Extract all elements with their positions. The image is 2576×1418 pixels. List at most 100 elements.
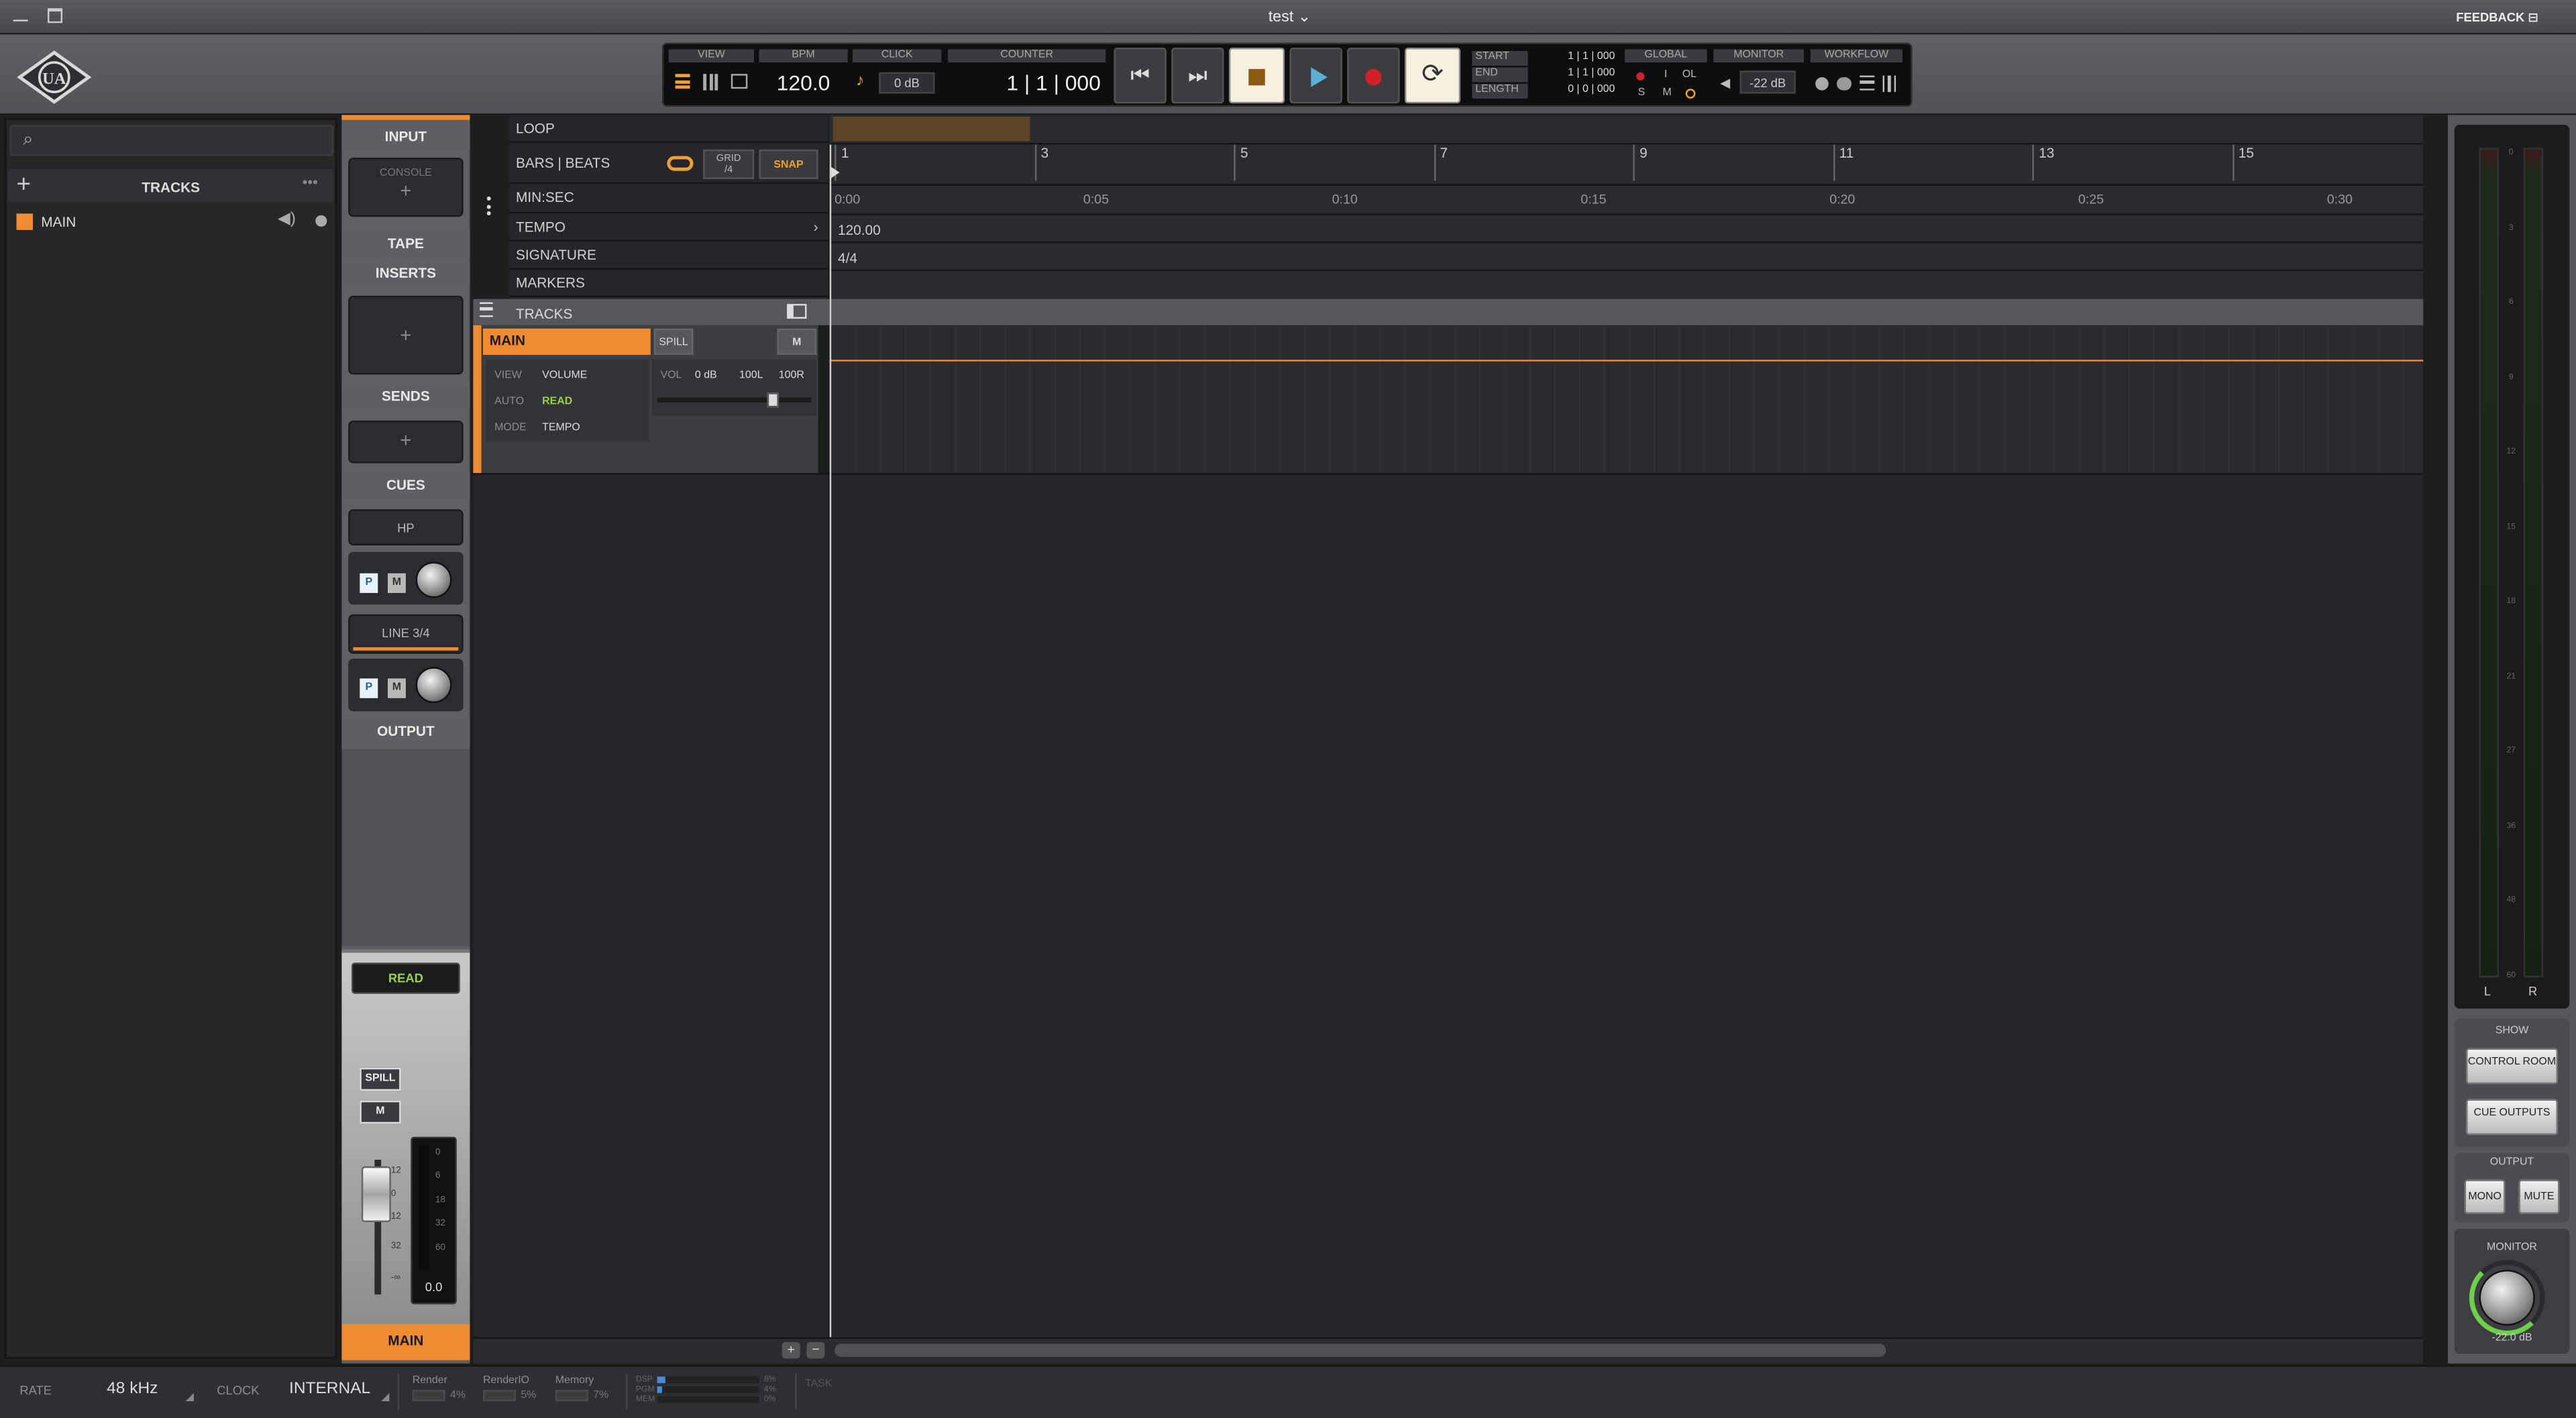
time-ruler[interactable]: 0:00 0:05 0:10 0:15 0:20 0:25 0:30 [830, 186, 2424, 214]
zoom-out-button[interactable]: − [806, 1342, 825, 1359]
memory-value: 7% [593, 1389, 609, 1401]
strip-mute-button[interactable]: M [360, 1100, 401, 1124]
search-input[interactable]: ⌕ [9, 125, 334, 156]
control-room-button[interactable]: CONTROL ROOM [2465, 1048, 2559, 1085]
tracks-layout-icon[interactable] [787, 304, 807, 319]
tracks-more-icon[interactable]: ••• [303, 174, 318, 190]
monitor-knob[interactable] [2479, 1270, 2535, 1326]
global-mute-toggle[interactable]: M [1662, 87, 1671, 99]
automation-mode-select[interactable]: READ [352, 963, 460, 994]
fader-scale-mark: 32 [390, 1242, 401, 1252]
cue-hp-pre-button[interactable]: P [360, 573, 378, 594]
rewind-button[interactable]: ⏮ [1114, 48, 1167, 104]
track-spill-button[interactable]: SPILL [653, 328, 694, 355]
bpm-value[interactable]: 120.0 [759, 70, 847, 95]
strip-spill-button[interactable]: SPILL [360, 1067, 401, 1091]
strip-name-bar[interactable]: MAIN [341, 1323, 470, 1360]
grid-select[interactable]: GRID/4 [703, 149, 755, 179]
view-option-label: VIEW [494, 370, 522, 382]
counter-value[interactable]: 1 | 1 | 000 [961, 70, 1100, 95]
time-mark: 0:20 [1829, 192, 1856, 207]
fader-value[interactable]: 0.0 [413, 1280, 455, 1295]
cue-line-pre-button[interactable]: P [360, 678, 378, 698]
mode-option-value[interactable]: TEMPO [542, 422, 580, 433]
play-button[interactable] [1289, 48, 1342, 104]
workflow-bars-icon[interactable] [1882, 75, 1896, 93]
view-window-icon[interactable] [731, 74, 748, 89]
list-item[interactable]: MAIN ◀) [8, 209, 333, 235]
view-mixer-icon[interactable] [703, 74, 718, 91]
mode-option-label: MODE [494, 422, 527, 434]
vol-value[interactable]: 0 dB [695, 370, 717, 381]
inserts-slot[interactable]: + [348, 295, 464, 375]
maximize-button[interactable] [48, 8, 63, 23]
minimize-button[interactable] [13, 13, 28, 21]
automation-line[interactable] [829, 360, 2424, 362]
cue-line-knob[interactable] [415, 667, 452, 704]
track-volume-slider[interactable] [767, 392, 779, 408]
workflow-dot-icon[interactable] [1815, 77, 1829, 91]
click-level[interactable]: 0 dB [879, 72, 935, 94]
tempo-ruler-label[interactable]: TEMPO › [509, 213, 828, 242]
rate-dropdown-icon[interactable] [185, 1393, 194, 1401]
rate-select[interactable]: 48 kHz [107, 1380, 158, 1398]
clock-select[interactable]: INTERNAL [289, 1380, 370, 1398]
end-value[interactable]: 1 | 1 | 000 [1536, 67, 1615, 78]
cue-line-slot[interactable]: LINE 3/4 [348, 614, 464, 654]
global-sun-icon[interactable] [1685, 89, 1696, 99]
signature-value[interactable]: 4/4 [838, 250, 857, 266]
link-icon[interactable] [667, 156, 694, 171]
record-arm-icon[interactable] [315, 215, 327, 227]
speaker-icon[interactable]: ◀) [278, 210, 296, 228]
track-lane[interactable] [829, 325, 2424, 474]
mono-button[interactable]: MONO [2464, 1179, 2506, 1214]
tracks-menu-icon[interactable] [480, 302, 493, 317]
forward-button[interactable]: ⏭ [1171, 48, 1224, 104]
global-overload-toggle[interactable]: OL [1682, 69, 1697, 80]
view-option-value[interactable]: VOLUME [542, 370, 587, 381]
cue-outputs-button[interactable]: CUE OUTPUTS [2465, 1099, 2559, 1136]
start-value[interactable]: 1 | 1 | 000 [1536, 51, 1615, 62]
cue-hp-mute-button[interactable]: M [387, 573, 406, 594]
window-title[interactable]: test ⌄ [1216, 8, 1363, 26]
workflow-list-icon[interactable] [1860, 75, 1875, 91]
track-volume-panel [652, 360, 817, 416]
track-mute-button[interactable]: M [777, 328, 817, 355]
monitor-level[interactable]: -22 dB [1739, 70, 1796, 94]
loop-region[interactable] [833, 116, 1030, 142]
speaker-icon[interactable]: ◀ [1720, 76, 1730, 91]
global-solo-toggle[interactable]: S [1638, 87, 1646, 99]
feedback-button[interactable]: FEEDBACK ⊟ [2456, 10, 2538, 25]
record-button[interactable] [1347, 48, 1400, 104]
track-name-field[interactable]: MAIN [483, 328, 651, 355]
pan-left-value[interactable]: 100L [739, 370, 763, 381]
ruler-options-icon[interactable]: • • • [486, 191, 493, 221]
cue-hp-slot[interactable]: HP [348, 509, 464, 546]
add-track-button[interactable]: + [16, 171, 30, 199]
loop-button[interactable]: ⟳ [1404, 48, 1461, 104]
tempo-value[interactable]: 120.00 [838, 222, 881, 238]
volume-fader[interactable] [361, 1166, 391, 1223]
cue-hp-knob[interactable] [415, 561, 452, 598]
timeline-empty-area[interactable] [829, 474, 2424, 1338]
metronome-icon[interactable]: ♪ [856, 72, 864, 91]
bars-ruler[interactable]: 1 3 5 7 9 11 13 15 [830, 144, 2424, 184]
global-input-toggle[interactable]: I [1664, 69, 1667, 80]
console-slot[interactable]: CONSOLE + [348, 158, 464, 217]
view-list-icon[interactable] [675, 74, 690, 89]
feedback-label: FEEDBACK [2456, 9, 2525, 25]
horizontal-scrollbar[interactable] [835, 1344, 1886, 1357]
snap-button[interactable]: SNAP [759, 149, 818, 179]
global-record-indicator[interactable] [1636, 72, 1645, 81]
length-value[interactable]: 0 | 0 | 000 [1536, 84, 1615, 95]
sends-slot[interactable]: + [348, 420, 464, 463]
pan-right-value[interactable]: 100R [779, 370, 804, 381]
mute-button[interactable]: MUTE [2518, 1179, 2560, 1214]
cue-line-mute-button[interactable]: M [387, 678, 406, 698]
auto-option-value[interactable]: READ [542, 396, 572, 407]
bpm-label: BPM [759, 49, 848, 63]
stop-button[interactable] [1228, 48, 1285, 104]
zoom-in-button[interactable]: + [782, 1342, 800, 1359]
clock-dropdown-icon[interactable] [381, 1393, 390, 1401]
workflow-group-icon[interactable] [1836, 77, 1852, 91]
